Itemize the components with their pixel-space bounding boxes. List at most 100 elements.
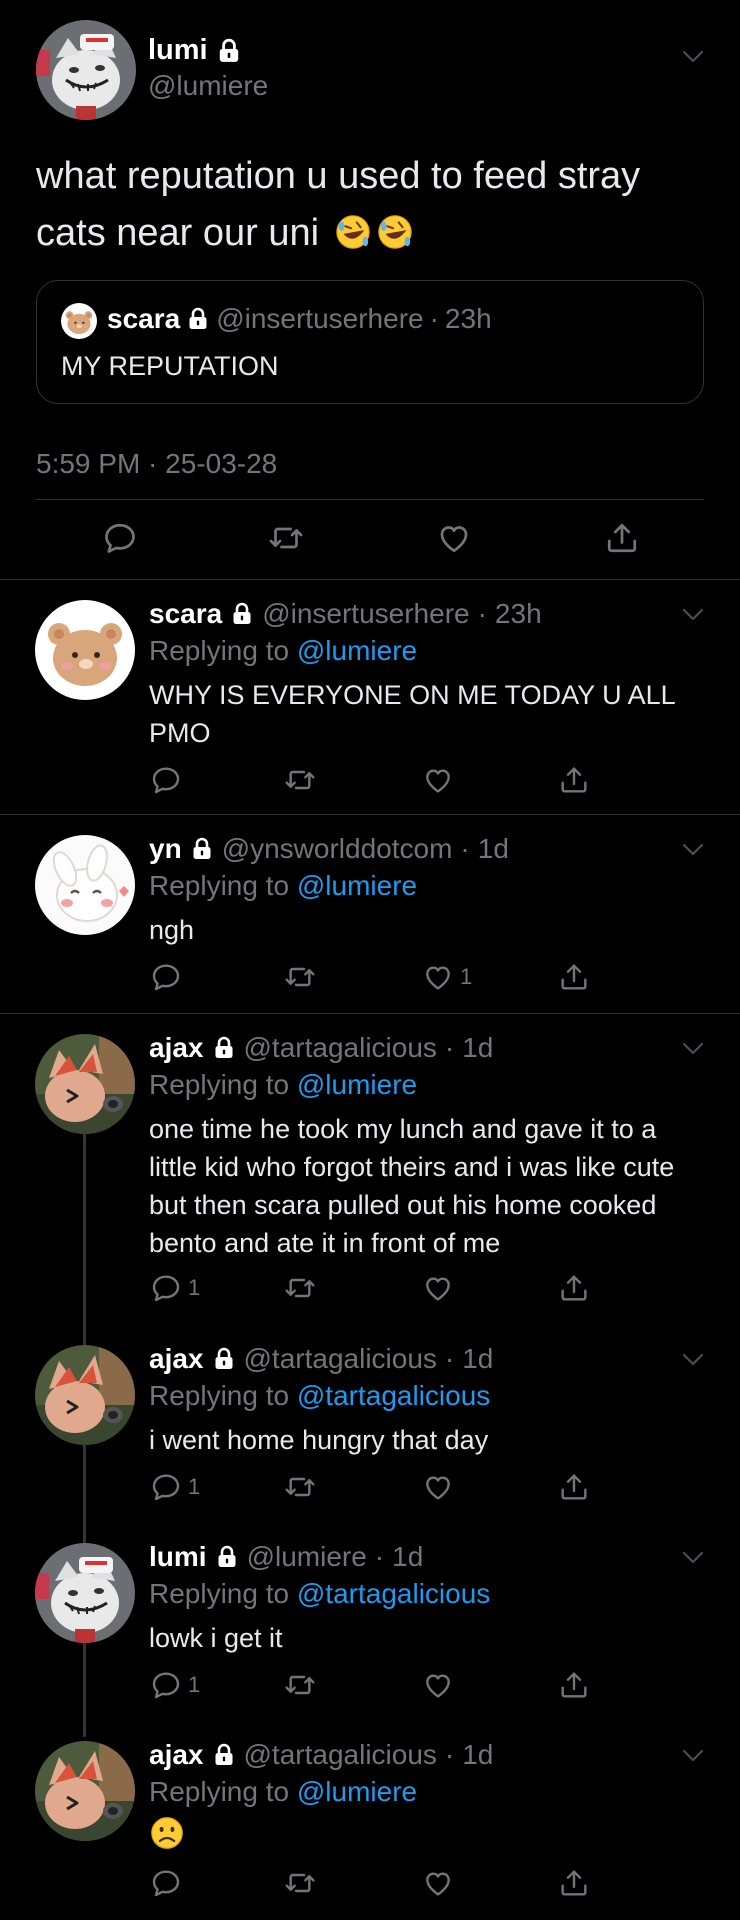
reply-button[interactable] [150,1867,188,1899]
replying-to-label: Replying to [149,1578,290,1609]
share-icon [558,1272,590,1304]
author-handle[interactable]: @lumiere [247,1541,367,1573]
retweet-button[interactable] [268,520,304,556]
reply-tweet[interactable]: ajax @tartagalicious · 1d Replying to @l… [0,1721,740,1920]
reply-time: 1d [462,1032,494,1063]
mention-link[interactable]: @tartagalicious [297,1380,490,1411]
avatar[interactable] [35,1543,135,1643]
lumi-avatar-image [36,20,136,120]
chevron-down-icon[interactable] [682,1749,704,1763]
chevron-down-icon[interactable] [682,843,704,857]
heart-icon [422,764,454,796]
share-button[interactable] [558,1272,590,1304]
retweet-button[interactable] [284,1867,316,1899]
quote-author-handle: @insertuserhere [216,303,424,334]
scara-avatar-image [61,303,97,339]
chevron-down-icon[interactable] [682,1353,704,1367]
author-handle[interactable]: @lumiere [148,70,268,102]
ajax-avatar-image [35,1034,135,1134]
reply-tweet[interactable]: lumi @lumiere · 1d Replying to @tartagal… [0,1523,740,1721]
like-button[interactable] [422,1867,460,1899]
reply-header: ajax @tartagalicious · 1d [149,1343,493,1375]
dot-separator: · [444,1032,455,1063]
reply-button[interactable] [102,520,138,556]
author-handle[interactable]: @insertuserhere [262,598,469,630]
like-button[interactable] [422,1669,460,1701]
author-name[interactable]: ajax [149,1032,204,1064]
share-button[interactable] [558,961,590,993]
reply-button[interactable] [150,961,188,993]
reply-header: lumi @lumiere · 1d [149,1541,423,1573]
author-handle[interactable]: @tartagalicious [244,1343,437,1375]
author-name[interactable]: scara [149,598,222,630]
reply-text: ☹️ [149,1815,709,1870]
reply-icon [150,764,182,796]
reply-text: ngh [149,915,195,945]
rofl-emoji-icon [334,213,372,251]
share-button[interactable] [604,520,640,556]
reply-count: 1 [188,1275,201,1300]
like-button[interactable] [422,1471,460,1503]
retweet-button[interactable] [284,961,316,993]
mention-link[interactable]: @lumiere [297,870,417,901]
reply-icon [150,961,182,993]
author-name[interactable]: ajax [149,1343,204,1375]
share-button[interactable] [558,1867,590,1899]
mention-link[interactable]: @tartagalicious [297,1578,490,1609]
avatar[interactable] [35,835,135,935]
author-name-row[interactable]: lumi [148,34,242,67]
author-name[interactable]: lumi [149,1541,207,1573]
reply-count: 1 [188,1474,201,1499]
reply-icon [150,1272,182,1304]
like-button[interactable]: 1 [422,961,472,993]
avatar[interactable] [35,600,135,700]
scara-avatar-image [35,600,135,700]
author-name[interactable]: ajax [149,1739,204,1771]
reply-button[interactable] [150,764,188,796]
mention-link[interactable]: @lumiere [297,635,417,666]
tweet-timestamp[interactable]: 5:59 PM · 25-03-28 [36,448,277,480]
reply-tweet[interactable]: scara @insertuserhere · 23h Replying to … [0,580,740,814]
like-button[interactable] [422,1272,460,1304]
like-button[interactable] [422,764,460,796]
author-name[interactable]: yn [149,833,182,865]
reply-tweet[interactable]: yn @ynsworlddotcom · 1d Replying to @lum… [0,815,740,1013]
chevron-down-icon[interactable] [682,1551,704,1565]
reply-tweet[interactable]: ajax @tartagalicious · 1d Replying to @t… [0,1325,740,1523]
avatar[interactable] [35,1741,135,1841]
share-icon [558,1471,590,1503]
heart-icon [422,1272,454,1304]
reply-button[interactable]: 1 [150,1272,200,1304]
chevron-down-icon[interactable] [682,1042,704,1056]
retweet-button[interactable] [284,1272,316,1304]
author-handle[interactable]: @tartagalicious [244,1739,437,1771]
reply-button[interactable]: 1 [150,1669,200,1701]
share-button[interactable] [558,1471,590,1503]
divider [36,499,704,500]
heart-icon [422,961,454,993]
avatar[interactable] [35,1034,135,1134]
chevron-down-icon[interactable] [682,50,704,64]
avatar[interactable] [35,1345,135,1445]
avatar[interactable] [36,20,136,120]
quoted-tweet[interactable]: scara @insertuserhere · 23h MY REPUTATIO… [36,280,704,404]
chevron-down-icon[interactable] [682,608,704,622]
mention-link[interactable]: @lumiere [297,1776,417,1807]
reply-button[interactable]: 1 [150,1471,200,1503]
share-button[interactable] [558,1669,590,1701]
retweet-button[interactable] [284,1471,316,1503]
author-handle[interactable]: @tartagalicious [244,1032,437,1064]
share-button[interactable] [558,764,590,796]
reply-time: 1d [462,1343,494,1374]
heart-icon [422,1867,454,1899]
retweet-button[interactable] [284,1669,316,1701]
dot-separator: · [460,833,470,864]
dot-separator: · [477,598,487,629]
lock-icon [230,602,254,626]
retweet-button[interactable] [284,764,316,796]
author-handle[interactable]: @ynsworlddotcom [222,833,453,865]
author-name[interactable]: lumi [148,34,208,67]
reply-tweet[interactable]: ajax @tartagalicious · 1d Replying to @l… [0,1014,740,1324]
like-button[interactable] [436,520,472,556]
mention-link[interactable]: @lumiere [297,1069,417,1100]
